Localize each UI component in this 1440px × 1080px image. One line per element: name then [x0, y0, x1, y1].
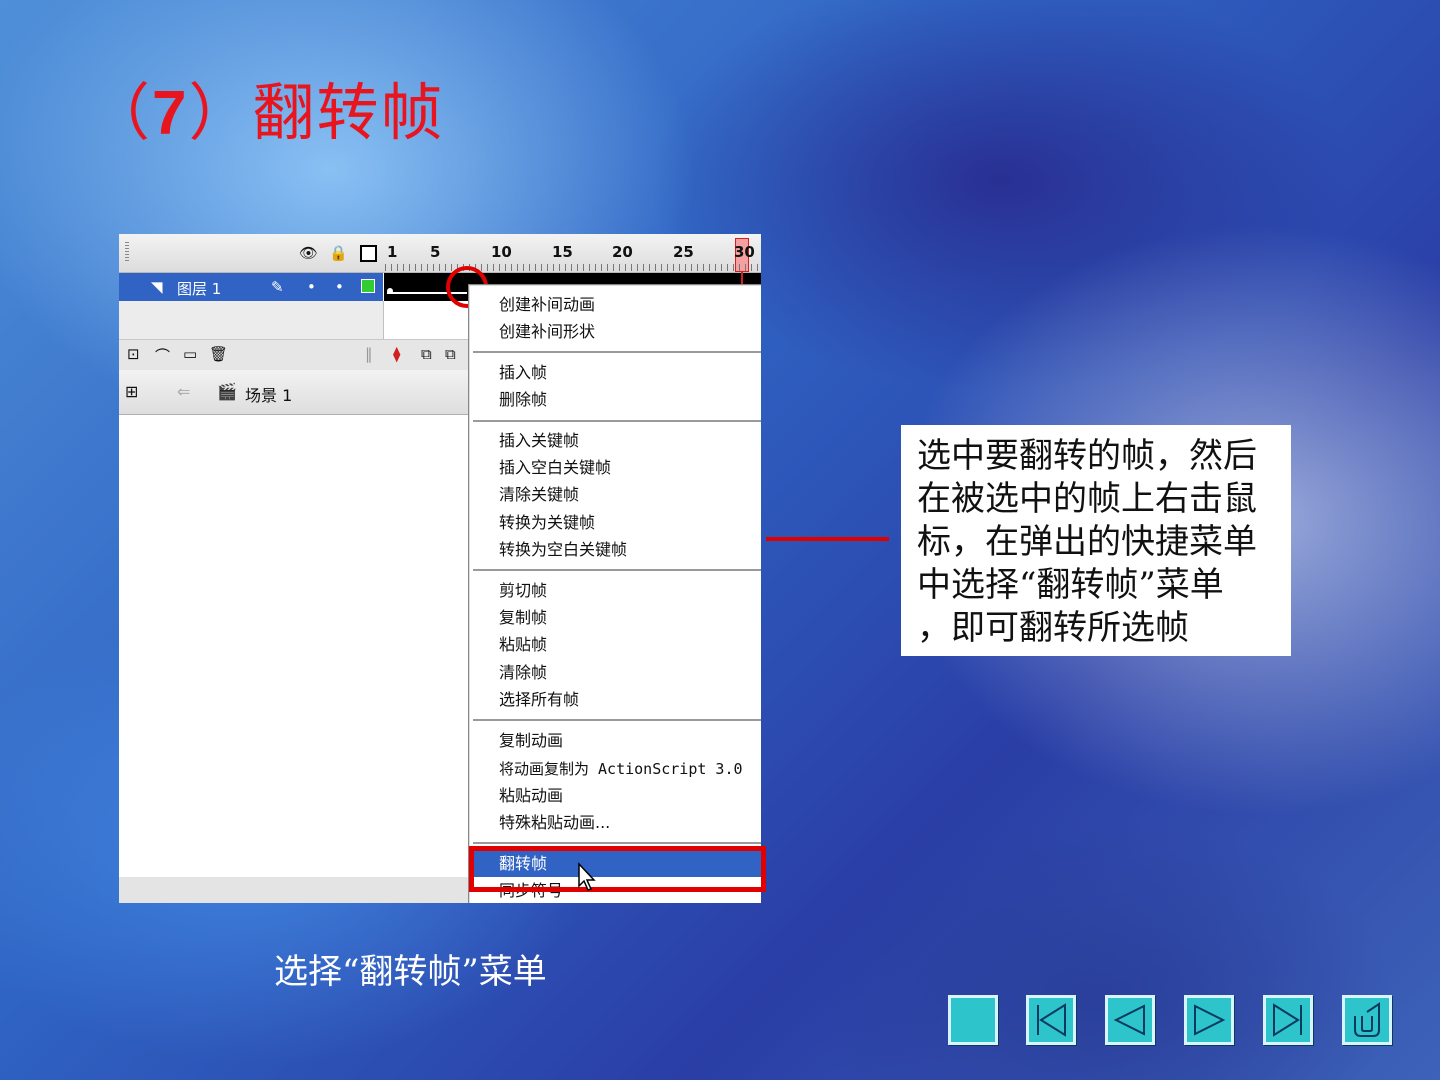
back-arrow-icon[interactable]: ⇐ — [177, 382, 190, 401]
ruler-label: 5 — [430, 243, 441, 261]
highlight-rectangle-marker — [469, 846, 766, 892]
ruler-ticks — [385, 264, 761, 271]
first-slide-button[interactable] — [1026, 995, 1076, 1045]
ruler-label: 15 — [552, 243, 573, 261]
menu-item-paste-motion[interactable]: 粘贴动画 — [499, 786, 563, 806]
clapper-icon: 🎬 — [217, 382, 237, 401]
onion-skin-icon[interactable]: ⧉ — [421, 345, 432, 363]
menu-item-insert-keyframe[interactable]: 插入关键帧 — [499, 431, 579, 451]
menu-item-convert-to-blank-keyframe[interactable]: 转换为空白关键帧 — [499, 540, 627, 560]
menu-separator — [473, 719, 761, 722]
previous-icon — [1113, 1004, 1145, 1036]
eye-icon[interactable]: 👁 — [299, 244, 318, 262]
grip-handle[interactable] — [125, 242, 129, 262]
figure-caption: 选择“翻转帧”菜单 — [274, 952, 547, 992]
ruler-label: 25 — [673, 243, 694, 261]
menu-item-clear-frames[interactable]: 清除帧 — [499, 663, 547, 683]
layer-name: 图层 1 — [177, 280, 222, 298]
menu-item-paste-frames[interactable]: 粘贴帧 — [499, 635, 547, 655]
layer-row[interactable]: ◥ 图层 1 ✎ • • — [119, 273, 383, 301]
ruler-label: 10 — [491, 243, 512, 261]
slide-title: （7）翻转帧 — [88, 62, 445, 152]
last-slide-button[interactable] — [1263, 995, 1313, 1045]
menu-separator — [473, 420, 761, 423]
menu-item-clear-keyframe[interactable]: 清除关键帧 — [499, 485, 579, 505]
ruler-label: 1 — [387, 243, 398, 261]
timeline-header: 👁 🔒 1 5 10 15 20 25 30 — [119, 234, 761, 273]
callout-line: 标，在弹出的快捷菜单 — [917, 522, 1257, 562]
menu-item-copy-motion-as-actionscript[interactable]: 将动画复制为 ActionScript 3.0 — [499, 759, 743, 779]
ruler-label: 30 — [734, 243, 755, 261]
menu-item-cut-frames[interactable]: 剪切帧 — [499, 581, 547, 601]
return-icon — [1354, 1002, 1380, 1037]
menu-item-convert-to-keyframe[interactable]: 转换为关键帧 — [499, 513, 595, 533]
menu-item-remove-frames[interactable]: 删除帧 — [499, 390, 547, 410]
menu-item-select-all-frames[interactable]: 选择所有帧 — [499, 690, 579, 710]
motion-guide-icon[interactable]: ⌒ — [155, 345, 170, 366]
mouse-cursor-icon — [578, 862, 596, 891]
menu-item-paste-motion-special[interactable]: 特殊粘贴动画... — [499, 813, 610, 833]
scene-name[interactable]: 场景 1 — [245, 382, 292, 406]
stage-icon[interactable]: ⊞ — [125, 382, 138, 401]
lock-icon[interactable]: 🔒 — [329, 244, 348, 262]
callout-line: 选中要翻转的帧，然后 — [917, 436, 1257, 476]
pencil-icon: ✎ — [271, 278, 284, 296]
onion-outline-icon[interactable]: ⧉ — [445, 345, 456, 363]
menu-item-copy-frames[interactable]: 复制帧 — [499, 608, 547, 628]
title-prefix: （ — [88, 76, 153, 149]
center-frame-icon[interactable]: ⧫ — [393, 345, 400, 363]
ruler-label: 20 — [612, 243, 633, 261]
title-text: ）翻转帧 — [188, 76, 445, 149]
menu-item-copy-motion[interactable]: 复制动画 — [499, 731, 563, 751]
callout-connector — [766, 537, 889, 541]
menu-item-create-shape-tween[interactable]: 创建补间形状 — [499, 322, 595, 342]
new-folder-icon[interactable]: ▭ — [183, 345, 197, 363]
title-number: 7 — [152, 79, 189, 148]
menu-item-create-motion-tween[interactable]: 创建补间动画 — [499, 295, 595, 315]
return-button[interactable] — [1342, 995, 1392, 1045]
menu-separator — [473, 351, 761, 354]
outline-icon[interactable] — [360, 245, 377, 262]
menu-separator — [473, 842, 761, 845]
first-icon — [1037, 1003, 1066, 1037]
layer-color-swatch[interactable] — [361, 279, 375, 293]
callout-line: ，即可翻转所选帧 — [917, 608, 1189, 648]
new-layer-icon[interactable]: ⊡ — [127, 345, 140, 363]
home-button[interactable] — [948, 995, 998, 1045]
lock-dot-icon[interactable]: • — [335, 278, 344, 296]
context-menu: 创建补间动画 创建补间形状 插入帧 删除帧 插入关键帧 插入空白关键帧 清除关键… — [468, 284, 761, 903]
callout-box: 选中要翻转的帧，然后 在被选中的帧上右击鼠 标，在弹出的快捷菜单 中选择“翻转帧… — [901, 425, 1291, 656]
layer-list-empty — [119, 301, 383, 339]
flash-window: 👁 🔒 1 5 10 15 20 25 30 ◥ 图层 1 ✎ • • ⊡ ⌒ … — [119, 234, 761, 903]
next-slide-button[interactable] — [1184, 995, 1234, 1045]
trash-icon[interactable]: 🗑 — [209, 345, 228, 363]
last-icon — [1273, 1003, 1302, 1037]
visibility-dot-icon[interactable]: • — [307, 278, 316, 296]
menu-item-insert-frame[interactable]: 插入帧 — [499, 363, 547, 383]
callout-line: 中选择“翻转帧”菜单 — [917, 565, 1224, 605]
previous-slide-button[interactable] — [1105, 995, 1155, 1045]
next-icon — [1194, 1004, 1226, 1036]
layer-type-icon: ◥ — [151, 278, 163, 296]
menu-separator — [473, 569, 761, 572]
menu-item-insert-blank-keyframe[interactable]: 插入空白关键帧 — [499, 458, 611, 478]
callout-line: 在被选中的帧上右击鼠 — [917, 479, 1257, 519]
resize-handle-icon[interactable]: ‖ — [365, 345, 373, 363]
